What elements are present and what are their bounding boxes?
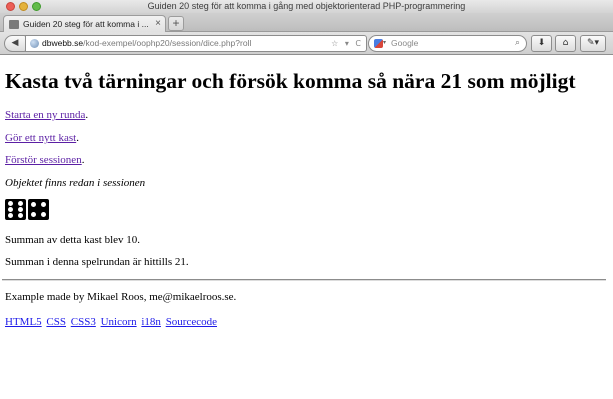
url-domain: dbwebb.se [42,38,84,48]
tab-active[interactable]: Guiden 20 steg för att komma i ... × [3,15,166,32]
new-round-line: Starta en ny runda. [5,109,89,121]
home-button[interactable]: ⌂ [555,35,576,52]
search-placeholder: Google [391,38,419,48]
new-round-link[interactable]: Starta en ny runda [5,109,85,121]
back-button[interactable]: ◀ [4,35,26,52]
round-sum: Summan i denna spelrundan är hittills 21… [5,256,189,268]
destroy-session-link[interactable]: Förstör sessionen [5,154,82,166]
die-pip [41,202,46,207]
site-identity-icon[interactable] [30,39,39,48]
html5-link[interactable]: HTML5 [5,316,42,328]
die-pip [8,213,13,218]
addon-menu-button[interactable]: ✎▾ [580,35,606,52]
footer-links: HTML5 CSS CSS3 Unicorn i18n Sourcecode [5,316,219,328]
die-pip [8,207,13,212]
footer-credit: Example made by Mikael Roos, me@mikaelro… [5,291,237,303]
roll-sum: Summan av detta kast blev 10. [5,234,141,246]
die-six-icon [5,199,26,220]
destroy-session-line: Förstör sessionen. [5,154,85,166]
css-link[interactable]: CSS [46,316,66,328]
search-engine-caret-icon[interactable]: ▾ [383,36,386,51]
page-title: Kasta två tärningar och försök komma så … [5,69,576,93]
new-roll-link[interactable]: Gör ett nytt kast [5,132,76,144]
css3-link[interactable]: CSS3 [71,316,96,328]
unicorn-link[interactable]: Unicorn [101,316,137,328]
url-path: /kod-exempel/oophp20/session/dice.php?ro… [83,38,252,48]
new-tab-button[interactable]: + [168,16,184,31]
die-pip [8,201,13,206]
i18n-link[interactable]: i18n [141,316,161,328]
window-title: Guiden 20 steg för att komma i gång med … [147,1,466,11]
bookmark-reload-icons[interactable]: ☆ ▾ C [331,36,363,51]
tab-label: Guiden 20 steg för att komma i ... [23,19,149,29]
window-titlebar: Guiden 20 steg för att komma i gång med … [0,0,613,13]
tab-close-icon[interactable]: × [155,16,161,32]
new-roll-line: Gör ett nytt kast. [5,132,79,144]
tab-bar: Guiden 20 steg för att komma i ... × + [0,13,613,32]
die-pip [31,212,36,217]
page-content: Kasta två tärningar och försök komma så … [0,56,613,399]
navigation-toolbar: ◀ dbwebb.se/kod-exempel/oophp20/session/… [0,32,613,55]
die-pip [31,202,36,207]
session-note: Objektet finns redan i sessionen [5,177,146,189]
die-pip [18,207,23,212]
downloads-button[interactable]: ⬇ [531,35,552,52]
url-bar[interactable]: dbwebb.se/kod-exempel/oophp20/session/di… [25,35,367,52]
die-pip [41,212,46,217]
die-four-icon [28,199,49,220]
search-icon[interactable]: ⌕ [515,36,520,51]
die-pip [18,201,23,206]
page-favicon-icon [9,20,19,29]
google-icon[interactable] [374,39,383,48]
search-input[interactable]: ▾ Google ⌕ [368,35,527,52]
die-pip [18,213,23,218]
sourcecode-link[interactable]: Sourcecode [166,316,217,328]
footer-divider [2,279,606,281]
